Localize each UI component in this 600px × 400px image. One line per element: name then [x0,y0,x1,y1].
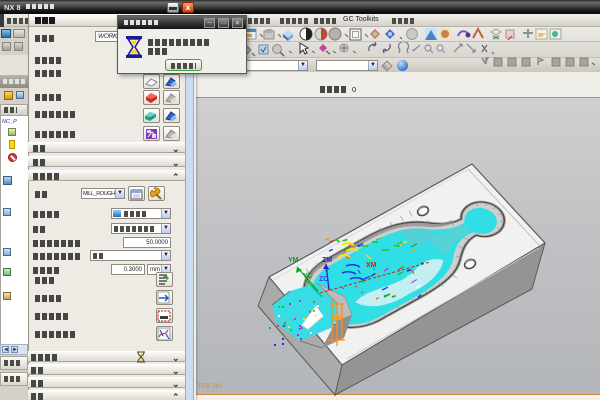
svg-text:XM: XM [366,262,377,269]
svg-text:YC: YC [303,273,313,280]
svg-text:ZC: ZC [319,276,328,283]
svg-text:ZM: ZM [322,257,332,264]
svg-text:YM: YM [288,257,299,264]
